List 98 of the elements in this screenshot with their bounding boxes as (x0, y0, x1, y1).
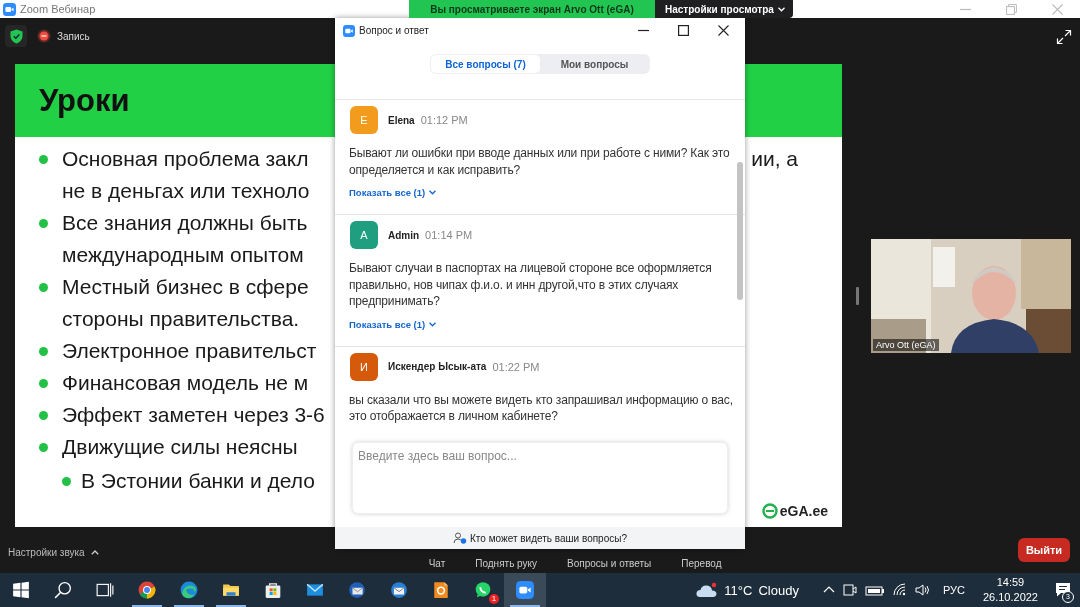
slide-text: не в деньгах или техноло (62, 179, 310, 203)
toolbar-button[interactable]: Вопросы и ответы (557, 558, 662, 569)
slide-text: Движущие силы неясны (62, 435, 298, 459)
language-indicator[interactable]: РУС (942, 584, 965, 596)
video-camera-icon (343, 24, 355, 37)
resize-handle[interactable] (856, 286, 859, 305)
avatar: И (350, 352, 378, 381)
mail-app-icon (348, 581, 366, 599)
document-icon (432, 581, 450, 599)
taskbar-button[interactable] (504, 573, 546, 607)
windows-icon (12, 581, 30, 599)
view-options-button[interactable]: Настройки просмотра (655, 0, 793, 18)
chevron-down-icon (429, 190, 437, 195)
slide-text: Местный бизнес в сфере (62, 275, 309, 299)
question-text: вы сказали что вы можете видеть кто запрашивал информацию о вас, это отображается в личном кабинете? (349, 391, 733, 425)
audio-settings-button[interactable]: Настройки звука (8, 545, 99, 559)
bullet-dot (39, 379, 48, 388)
wifi-icon[interactable] (892, 583, 907, 597)
battery-icon[interactable] (864, 583, 885, 597)
author-name: Admin (388, 229, 420, 241)
people-icon (453, 532, 467, 544)
bullet-dot (39, 347, 48, 356)
running-indicator (132, 605, 162, 607)
recording-label: Запись (57, 30, 90, 42)
clock-time[interactable]: 14:59 (996, 575, 1025, 590)
bullet-dot (39, 411, 48, 420)
envelope-icon (306, 581, 324, 599)
logo-icon (761, 503, 778, 519)
window-title: Вопрос и ответ (359, 25, 429, 36)
participant-name: Arvo Ott (eGA) (873, 338, 939, 351)
slide-text: Эффект заметен через 3-6 (62, 403, 325, 427)
slide-text: В Эстонии банки и дело (81, 469, 315, 493)
author-name: Искендер Ысык-ата (388, 361, 487, 372)
slide-title: Уроки (39, 82, 130, 119)
running-indicator (510, 605, 540, 607)
toolbar-button[interactable]: Перевод (671, 558, 732, 569)
search-icon (54, 581, 72, 599)
running-indicator (216, 605, 246, 607)
weather-condition: Cloudy (758, 582, 799, 598)
speaker-icon[interactable] (914, 583, 931, 597)
bullet-dot (39, 155, 48, 164)
folder-icon (222, 581, 240, 599)
show-all-link[interactable]: Показать все (1) (349, 187, 437, 198)
question-text: Бывают ли ошибки при вводе данных или при работе с ними? Как это определяется и как исправить? (349, 145, 731, 178)
tab[interactable]: Мои вопросы (540, 55, 649, 73)
slide-text: ии, а (751, 147, 798, 171)
window-title: Zoom Вебинар (20, 3, 96, 15)
toolbar-button[interactable]: Поднять руку (465, 558, 548, 569)
mail-app-icon (390, 581, 408, 599)
notification-badge: 1 (489, 594, 499, 604)
chevron-down-icon (429, 321, 437, 327)
author-name: Elena (388, 114, 415, 126)
browser-icon (180, 581, 198, 599)
avatar: E (350, 106, 378, 134)
timestamp: 01:14 PM (425, 229, 473, 241)
task-view-icon (96, 581, 114, 599)
bullet-dot (39, 219, 48, 228)
video-camera-icon (516, 581, 534, 599)
close-icon[interactable] (717, 25, 729, 36)
maximize-icon[interactable] (677, 25, 689, 36)
bullet-dot (39, 443, 48, 452)
leave-button[interactable]: Выйти (1018, 538, 1070, 562)
clock-date[interactable]: 26.10.2022 (982, 590, 1038, 605)
timestamp: 01:22 PM (492, 360, 540, 373)
slide-text: Основная проблема закл (62, 147, 309, 171)
chevron-down-icon (777, 6, 785, 12)
visibility-note[interactable]: Кто может видеть ваши вопросы? (470, 532, 627, 544)
cloud-icon (696, 582, 719, 598)
security-button[interactable] (5, 25, 27, 47)
slide-text: Финансовая модель не м (62, 371, 309, 395)
avatar: A (350, 221, 378, 249)
bullet-dot (39, 283, 48, 292)
question-text: Бывают случаи в паспортах на лицевой стороне все оформляется правильно, нов чипах ф.и.о. и инн другой,что в этих случаях предпринимать? (349, 260, 713, 310)
slide-text: международным опытом (62, 243, 304, 267)
scrollbar-thumb[interactable] (737, 162, 743, 300)
taskbar-button[interactable]: 1 (462, 573, 504, 607)
running-indicator (174, 605, 204, 607)
screen-share-banner: Вы просматриваете экран Arvo Ott (eGA) (409, 0, 655, 18)
timestamp: 01:12 PM (420, 114, 468, 126)
show-all-link[interactable]: Показать все (1) (349, 318, 437, 330)
slide-text: Электронное правительст (62, 339, 317, 363)
bullet-dot (62, 477, 71, 486)
browser-icon (138, 581, 156, 599)
shopping-bag-icon (264, 581, 282, 599)
shield-icon (9, 28, 23, 44)
toolbar-button[interactable]: Чат (418, 558, 456, 569)
slide-text: стороны правительства. (62, 307, 300, 331)
chat-bubble-icon (474, 581, 492, 599)
fullscreen-icon[interactable] (1056, 29, 1072, 45)
camera-icon[interactable] (842, 583, 857, 597)
message-icon[interactable] (1055, 582, 1071, 598)
temperature: 11°C (724, 582, 753, 598)
slide-text: Все знания должны быть (62, 211, 308, 235)
chevron-up-icon (90, 549, 99, 555)
question-input[interactable]: Введите здесь ваш вопрос... (352, 442, 728, 514)
tab[interactable]: Все вопросы (7) (431, 55, 540, 73)
logo-text: eGA.ee (779, 503, 828, 519)
record-icon (37, 29, 51, 43)
